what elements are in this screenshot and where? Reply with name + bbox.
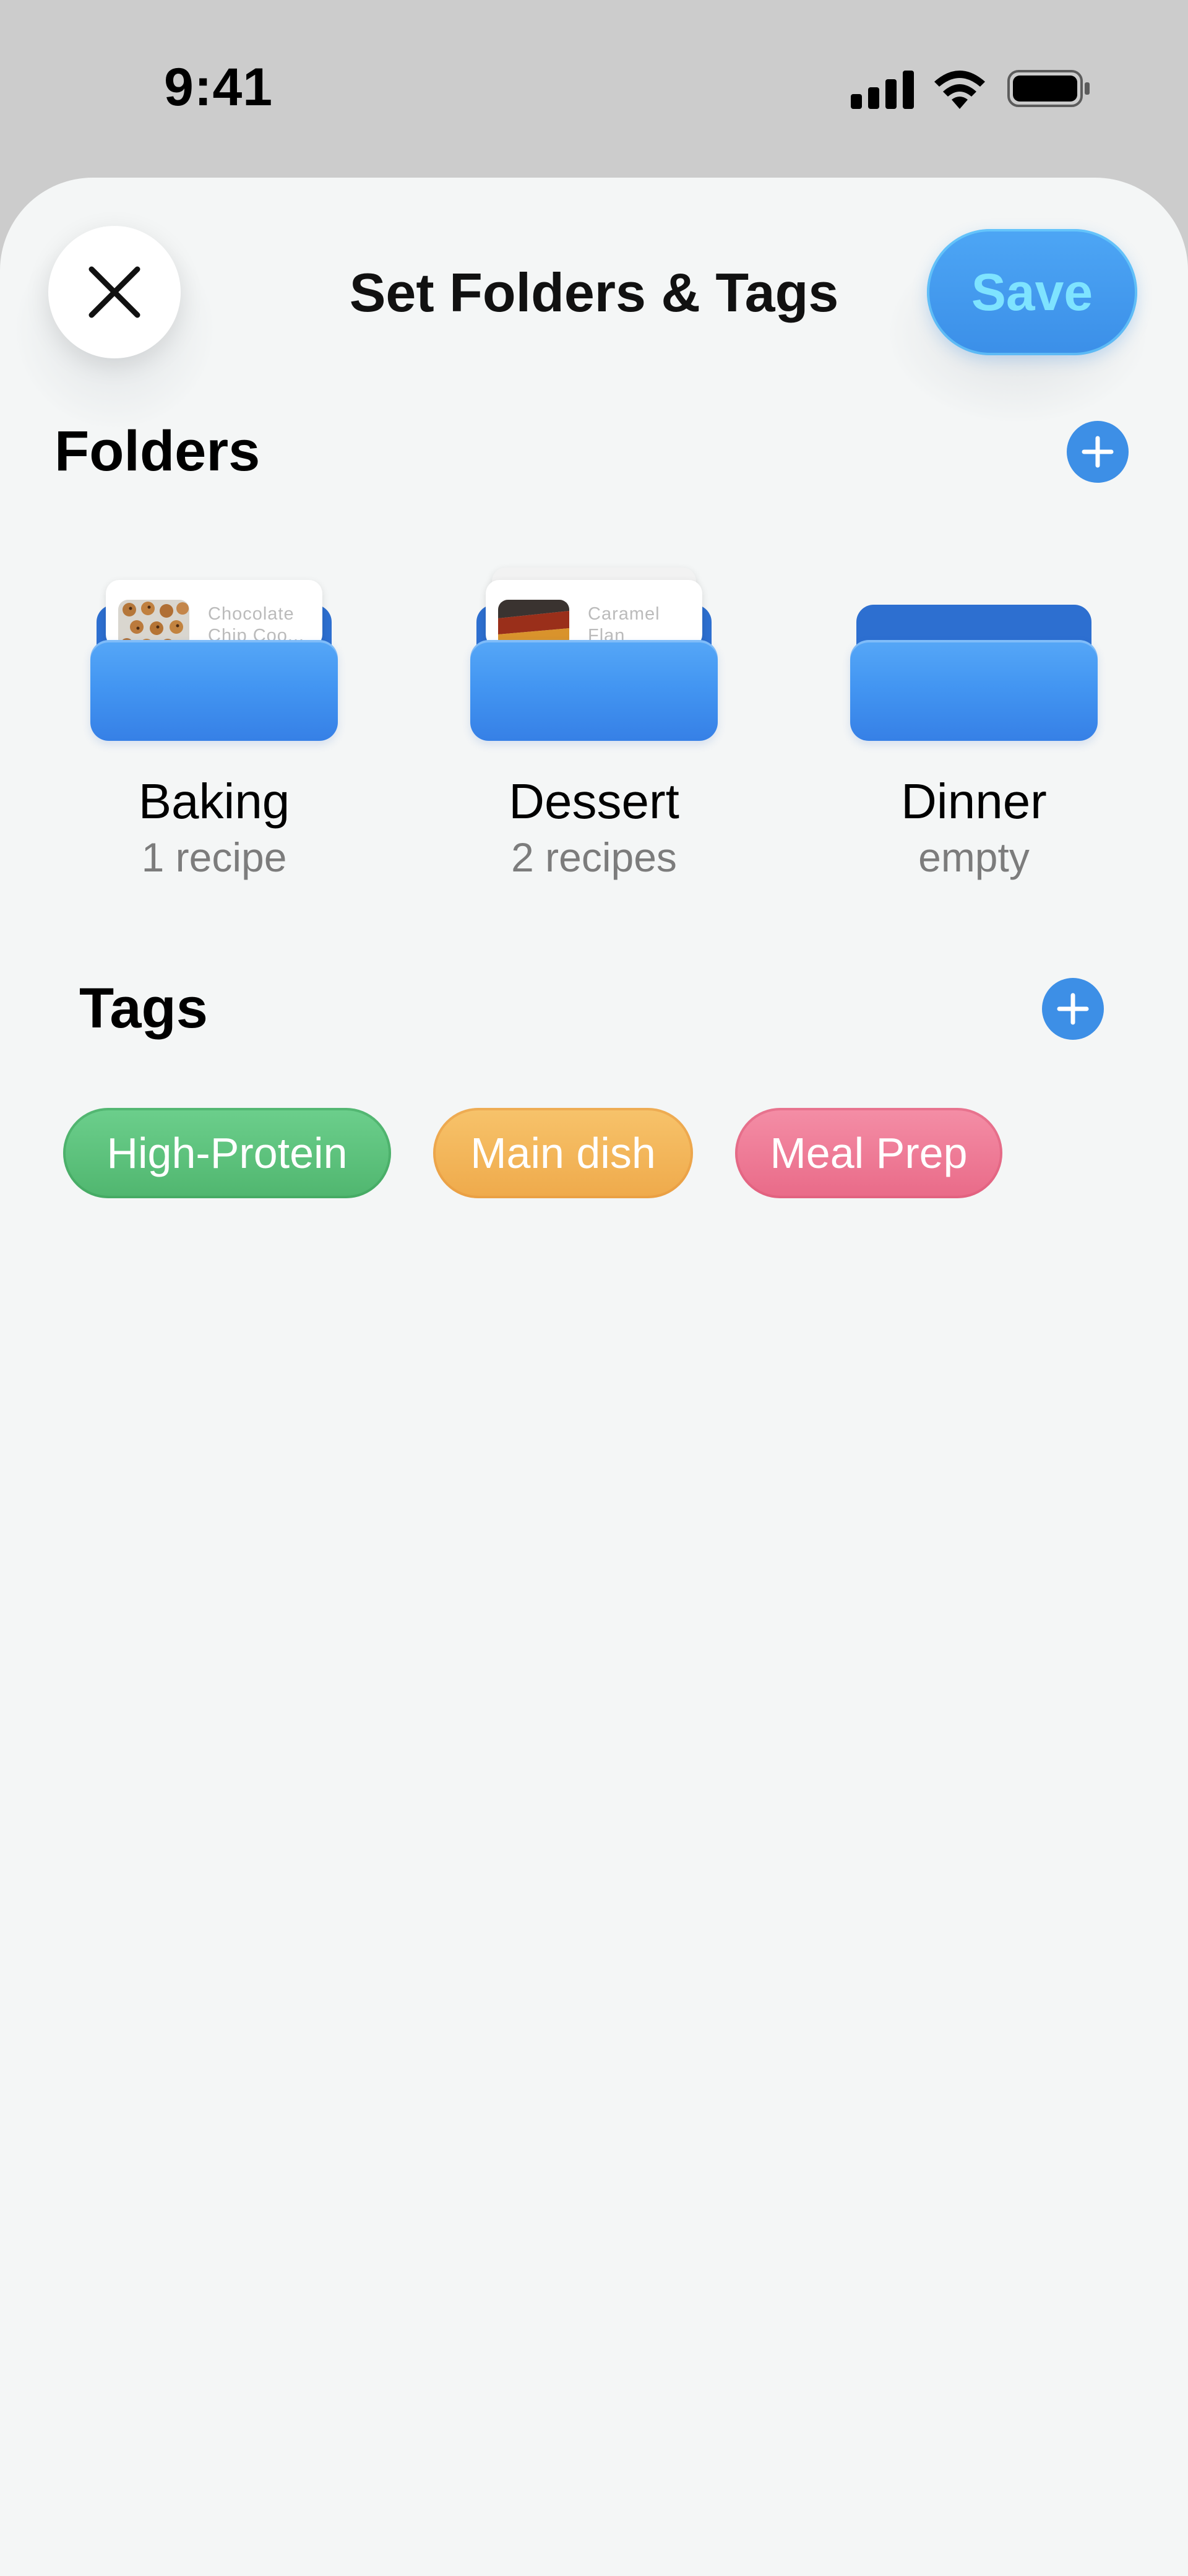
folder-baking[interactable]: Chocolate Chip Coo... Baking 1 recipe: [90, 561, 338, 883]
folder-dinner[interactable]: Dinner empty: [850, 561, 1098, 883]
cellular-signal-icon: [851, 70, 1090, 109]
add-tag-button[interactable]: [1042, 978, 1104, 1040]
plus-icon: [1082, 436, 1114, 468]
status-icons: [851, 67, 1092, 110]
status-time: 9:41: [164, 58, 273, 117]
tags-heading: Tags: [79, 977, 208, 1040]
folder-count: 2 recipes: [511, 834, 677, 880]
plus-icon: [1057, 993, 1089, 1025]
folders-tags-sheet: Set Folders & Tags Save Folders Chocolat…: [0, 178, 1188, 2576]
tag-meal-prep[interactable]: Meal Prep: [735, 1108, 1002, 1198]
folders-heading: Folders: [54, 420, 260, 483]
recipe-preview-card: Chocolate Chip Coo...: [106, 580, 322, 648]
folder-name: Baking: [138, 774, 290, 829]
folder-icon: Chocolate Chip Coo...: [90, 561, 338, 747]
folder-icon: Caramel Flan: [470, 561, 718, 747]
folder-count: 1 recipe: [141, 834, 287, 880]
save-button[interactable]: Save: [927, 229, 1137, 355]
status-bar: 9:41: [0, 0, 1188, 176]
tag-main-dish[interactable]: Main dish: [433, 1108, 693, 1198]
folder-icon: [850, 561, 1098, 747]
folder-name: Dessert: [509, 774, 679, 829]
tag-high-protein[interactable]: High-Protein: [63, 1108, 391, 1198]
folder-dessert[interactable]: Caramel Flan Dessert 2 recipes: [470, 561, 718, 883]
add-folder-button[interactable]: [1067, 421, 1129, 483]
recipe-preview-card: Caramel Flan: [486, 580, 702, 648]
folder-count: empty: [918, 834, 1030, 880]
folder-name: Dinner: [901, 774, 1047, 829]
